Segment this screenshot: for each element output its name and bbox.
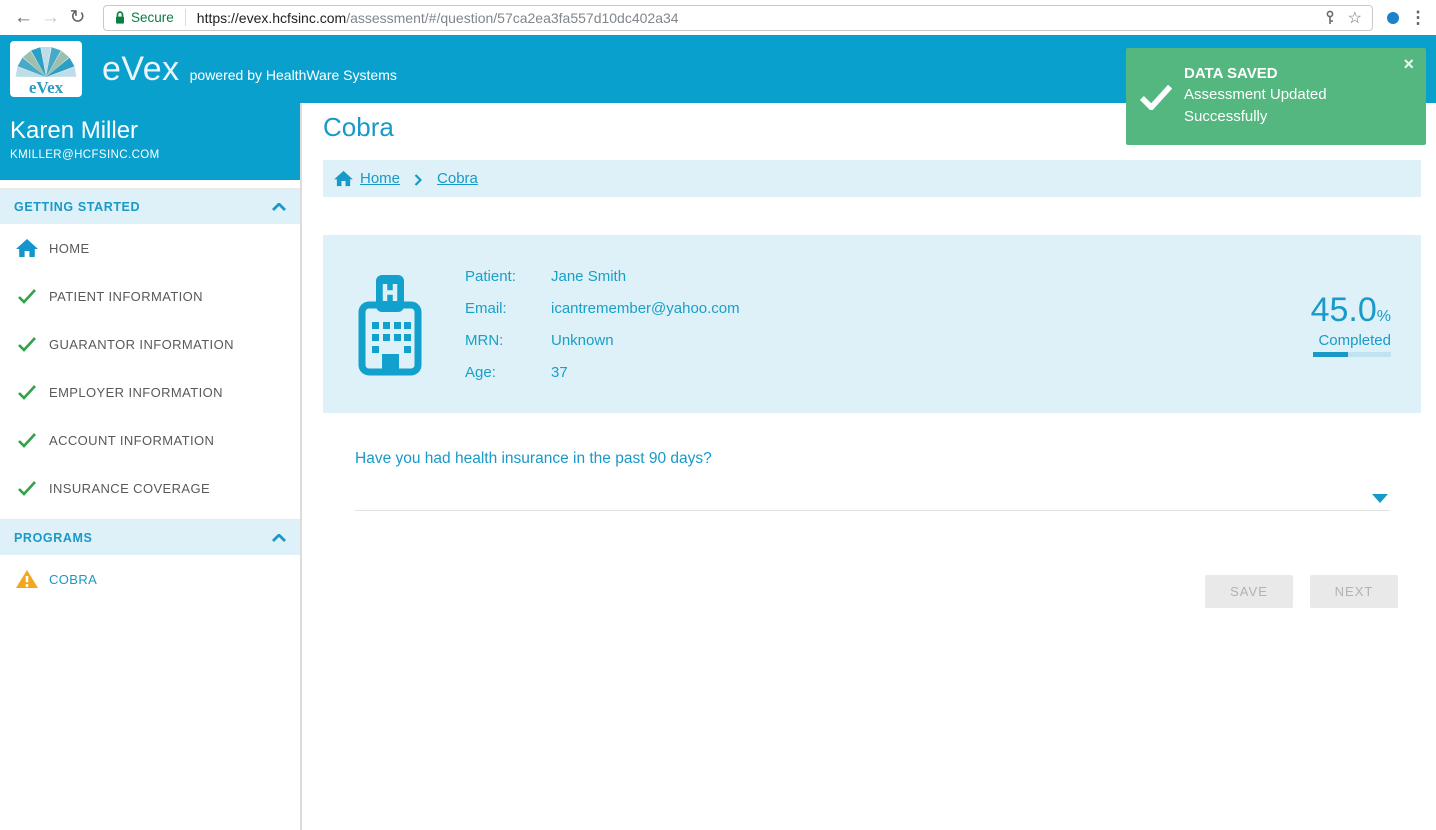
check-icon xyxy=(15,384,39,400)
toast-check-icon xyxy=(1140,84,1184,110)
logo-text: eVex xyxy=(29,78,64,97)
field-label: Email: xyxy=(465,300,551,317)
progress-percent-sign: % xyxy=(1377,308,1391,325)
browser-back-icon[interactable]: ← xyxy=(10,8,37,27)
brand-tagline: powered by HealthWare Systems xyxy=(190,67,397,83)
brand-name: eVex xyxy=(102,50,180,89)
address-bar[interactable]: Secure https://evex.hcfsinc.com/assessme… xyxy=(103,5,1373,31)
brand-row: eVex powered by HealthWare Systems xyxy=(102,50,397,89)
browser-toolbar: ← → ↻ Secure https://evex.hcfsinc.com/as… xyxy=(0,0,1436,35)
sidebar-item-employer-information[interactable]: EMPLOYER INFORMATION xyxy=(0,368,300,416)
section-programs[interactable]: PROGRAMS xyxy=(0,519,300,555)
sidebar-item-guarantor-information[interactable]: GUARANTOR INFORMATION xyxy=(0,320,300,368)
toast-message: Assessment Updated Successfully xyxy=(1184,84,1360,128)
sidebar-item-label: COBRA xyxy=(49,572,97,587)
url-divider xyxy=(185,9,186,26)
sidebar-item-account-information[interactable]: ACCOUNT INFORMATION xyxy=(0,416,300,464)
field-label: MRN: xyxy=(465,332,551,349)
sidebar-item-label: INSURANCE COVERAGE xyxy=(49,481,210,496)
chevron-right-icon xyxy=(414,174,422,186)
sidebar-item-patient-information[interactable]: PATIENT INFORMATION xyxy=(0,272,300,320)
progress-label: Completed xyxy=(1311,332,1391,349)
toast-notification: DATA SAVED Assessment Updated Successful… xyxy=(1126,48,1426,145)
progress-bar xyxy=(1313,352,1391,357)
action-buttons: SAVE NEXT xyxy=(1205,575,1398,608)
check-icon xyxy=(15,480,39,496)
check-icon xyxy=(15,432,39,448)
section-getting-started[interactable]: GETTING STARTED xyxy=(0,188,300,224)
check-icon xyxy=(15,336,39,352)
breadcrumb-home-icon xyxy=(334,170,353,187)
check-icon xyxy=(15,288,39,304)
sidebar-item-label: HOME xyxy=(49,241,90,256)
breadcrumb-current-link[interactable]: Cobra xyxy=(437,170,478,187)
toast-close-icon[interactable]: × xyxy=(1403,55,1414,73)
field-label: Age: xyxy=(465,364,551,381)
question-text: Have you had health insurance in the pas… xyxy=(355,450,712,468)
progress-bar-fill xyxy=(1313,352,1348,357)
user-name: Karen Miller xyxy=(10,117,290,145)
secure-badge[interactable]: Secure xyxy=(114,10,174,25)
field-label: Patient: xyxy=(465,268,551,285)
breadcrumb: Home Cobra xyxy=(323,160,1421,197)
browser-forward-icon[interactable]: → xyxy=(37,8,64,27)
toast-title: DATA SAVED xyxy=(1184,65,1360,82)
save-button[interactable]: SAVE xyxy=(1205,575,1293,608)
sidebar-item-label: EMPLOYER INFORMATION xyxy=(49,385,223,400)
next-button[interactable]: NEXT xyxy=(1310,575,1398,608)
sidebar-item-cobra[interactable]: COBRA xyxy=(0,555,300,603)
patient-card: Patient: Jane Smith Email: icantremember… xyxy=(323,235,1421,413)
section-getting-started-label: GETTING STARTED xyxy=(14,200,140,214)
url-base: https://evex.hcfsinc.com xyxy=(197,10,346,26)
user-block: Karen Miller KMILLER@HCFSINC.COM xyxy=(0,103,300,180)
dropdown-caret-icon xyxy=(1372,494,1388,503)
home-icon xyxy=(15,238,39,258)
chevron-up-icon xyxy=(272,203,286,211)
page-title: Cobra xyxy=(323,112,394,143)
main-content: Cobra Home Cobra xyxy=(302,103,1436,830)
progress-percent: 45.0% xyxy=(1311,291,1391,330)
patient-fields: Patient: Jane Smith Email: icantremember… xyxy=(465,268,740,381)
user-email: KMILLER@HCFSINC.COM xyxy=(10,149,290,161)
hospital-icon xyxy=(355,272,425,376)
evex-logo: eVex xyxy=(10,41,82,97)
sidebar-item-label: ACCOUNT INFORMATION xyxy=(49,433,214,448)
lock-icon xyxy=(114,10,126,25)
password-key-icon[interactable] xyxy=(1323,10,1337,25)
field-value: icantremember@yahoo.com xyxy=(551,300,740,317)
progress-percent-value: 45.0 xyxy=(1311,291,1377,329)
logo-starburst-icon xyxy=(16,47,77,82)
chevron-up-icon xyxy=(272,534,286,542)
browser-refresh-icon[interactable]: ↻ xyxy=(64,8,91,27)
browser-menu-icon[interactable]: ⋮ xyxy=(1408,8,1428,28)
insurance-question-select[interactable] xyxy=(355,481,1390,511)
sidebar: Karen Miller KMILLER@HCFSINC.COM GETTING… xyxy=(0,103,302,830)
url-text: https://evex.hcfsinc.com/assessment/#/qu… xyxy=(197,10,679,26)
warning-icon xyxy=(15,569,39,589)
sidebar-gap xyxy=(0,180,300,188)
section-programs-label: PROGRAMS xyxy=(14,531,92,545)
field-value: Unknown xyxy=(551,332,740,349)
progress-indicator: 45.0% Completed xyxy=(1311,291,1391,357)
sidebar-item-insurance-coverage[interactable]: INSURANCE COVERAGE xyxy=(0,464,300,512)
sidebar-item-label: PATIENT INFORMATION xyxy=(49,289,203,304)
secure-label: Secure xyxy=(131,10,174,25)
sidebar-item-label: GUARANTOR INFORMATION xyxy=(49,337,234,352)
sidebar-item-home[interactable]: HOME xyxy=(0,224,300,272)
field-value: 37 xyxy=(551,364,740,381)
browser-profile-icon[interactable] xyxy=(1387,12,1399,24)
sidebar-gap xyxy=(0,512,300,519)
toast-body: DATA SAVED Assessment Updated Successful… xyxy=(1184,65,1360,128)
url-path: /assessment/#/question/57ca2ea3fa557d10d… xyxy=(346,10,678,26)
field-value: Jane Smith xyxy=(551,268,740,285)
bookmark-star-icon[interactable]: ☆ xyxy=(1348,8,1362,28)
breadcrumb-home-link[interactable]: Home xyxy=(360,170,400,187)
